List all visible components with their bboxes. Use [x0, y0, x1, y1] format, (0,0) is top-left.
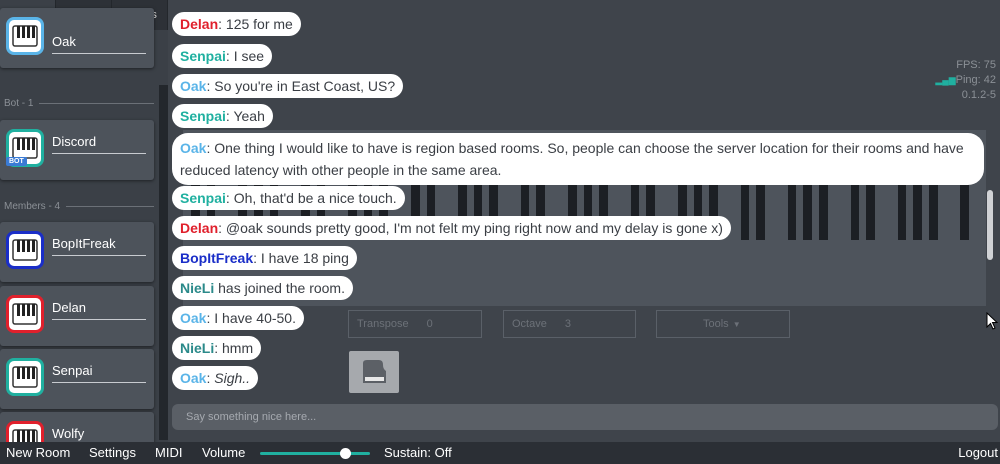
volume-label: Volume [202, 445, 246, 460]
chat-message: Oak: One thing I would like to have is r… [172, 133, 984, 185]
piano-avatar-icon [6, 231, 44, 269]
message-author: NieLi [180, 340, 215, 356]
message-author: Delan [180, 220, 219, 236]
midi-button[interactable]: MIDI [155, 445, 182, 460]
chevron-down-icon: ▼ [732, 319, 741, 329]
bot-badge: BOT [6, 157, 27, 166]
version-label: 0.1.2-5 [961, 89, 996, 101]
piano-avatar-icon [6, 295, 44, 333]
performance-stats: FPS: 75 ▂▄▆Ping: 42 0.1.2-5 [935, 58, 996, 103]
sustain-toggle[interactable]: Sustain: Off [384, 445, 452, 460]
piano-black-key[interactable] [850, 180, 860, 240]
user-name: Senpai [52, 363, 93, 378]
user-name: BopItFreak [52, 236, 116, 251]
message-author: Delan [180, 16, 219, 32]
chat-message: Senpai: I see [172, 44, 273, 68]
message-author: Oak [180, 140, 207, 156]
chat-input[interactable] [172, 404, 998, 430]
fps-readout: FPS: 75 [956, 59, 996, 71]
octave-control[interactable]: Octave 3 [503, 310, 636, 338]
message-author: Senpai [180, 108, 226, 124]
piano-black-key[interactable] [960, 180, 970, 240]
user-card-wolfy[interactable]: Wolfy [0, 412, 154, 442]
chat-message: Delan: 125 for me [172, 12, 301, 36]
chat-message: Oak: So you're in East Coast, US? [172, 74, 404, 98]
piano-black-key[interactable] [929, 180, 938, 240]
user-name: Delan [52, 300, 86, 315]
message-author: BopItFreak [180, 250, 254, 266]
volume-slider[interactable] [260, 448, 370, 459]
chat-message: Oak: Sigh.. [172, 366, 259, 390]
volume-slider-thumb[interactable] [339, 448, 351, 459]
settings-button[interactable]: Settings [89, 445, 136, 460]
piano-avatar-icon [6, 358, 44, 396]
chat-message: NieLi has joined the room. [172, 276, 353, 300]
bottom-toolbar: New Room Settings MIDI Volume Sustain: O… [0, 442, 1000, 464]
piano-black-key[interactable] [803, 180, 813, 240]
user-card-discord[interactable]: BOT Discord [0, 120, 154, 180]
logout-button[interactable]: Logout [958, 445, 998, 460]
divider [52, 53, 146, 54]
user-card-bopitfreak[interactable]: BopItFreak [0, 222, 154, 282]
piano-black-key[interactable] [866, 180, 875, 240]
users-sidebar: Users Pals Rooms Oak Bot - 1 BOT Discord… [0, 0, 168, 442]
transpose-control[interactable]: Transpose 0 [348, 310, 482, 338]
piano-avatar-icon [6, 17, 44, 55]
divider [52, 255, 146, 256]
signal-bars-icon: ▂▄▆ [935, 75, 956, 85]
message-author: Oak [180, 310, 207, 326]
message-author: Senpai [180, 48, 226, 64]
chat-message: Senpai: Oh, that'd be a nice touch. [172, 186, 405, 210]
user-card-delan[interactable]: Delan [0, 286, 154, 346]
section-label-bot: Bot - 1 [4, 98, 154, 109]
chat-message: NieLi: hmm [172, 336, 262, 360]
piano-black-key[interactable] [819, 180, 828, 240]
tools-dropdown[interactable]: Tools ▼ [656, 310, 790, 338]
ping-readout: ▂▄▆Ping: 42 [935, 74, 996, 86]
mouse-cursor-icon [986, 312, 999, 330]
piano-black-key[interactable] [913, 180, 923, 240]
chat-scrollbar[interactable] [987, 190, 993, 260]
grand-piano-instrument-icon[interactable] [349, 351, 399, 393]
user-card-oak[interactable]: Oak [0, 8, 154, 68]
new-room-button[interactable]: New Room [6, 445, 70, 460]
user-name: Wolfy [52, 426, 85, 441]
chat-message: Delan: @oak sounds pretty good, I'm not … [172, 216, 731, 240]
user-card-senpai[interactable]: Senpai [0, 349, 154, 409]
piano-black-key[interactable] [787, 180, 797, 240]
sidebar-scrollbar[interactable] [159, 85, 168, 440]
section-label-members: Members - 4 [4, 201, 154, 212]
user-name: Discord [52, 134, 97, 149]
message-author: Senpai [180, 190, 226, 206]
chat-message: Senpai: Yeah [172, 104, 273, 128]
message-author: Oak [180, 78, 207, 94]
chat-message: Oak: I have 40-50. [172, 306, 304, 330]
divider [52, 153, 146, 154]
divider [52, 319, 146, 320]
user-name: Oak [52, 34, 76, 49]
piano-avatar-icon [6, 421, 44, 442]
piano-black-key[interactable] [897, 180, 907, 240]
piano-black-key[interactable] [740, 180, 750, 240]
piano-black-key[interactable] [756, 180, 766, 240]
chat-message: BopItFreak: I have 18 ping [172, 246, 357, 270]
divider [52, 382, 146, 383]
message-author: Oak [180, 370, 207, 386]
message-author: NieLi [180, 280, 215, 296]
